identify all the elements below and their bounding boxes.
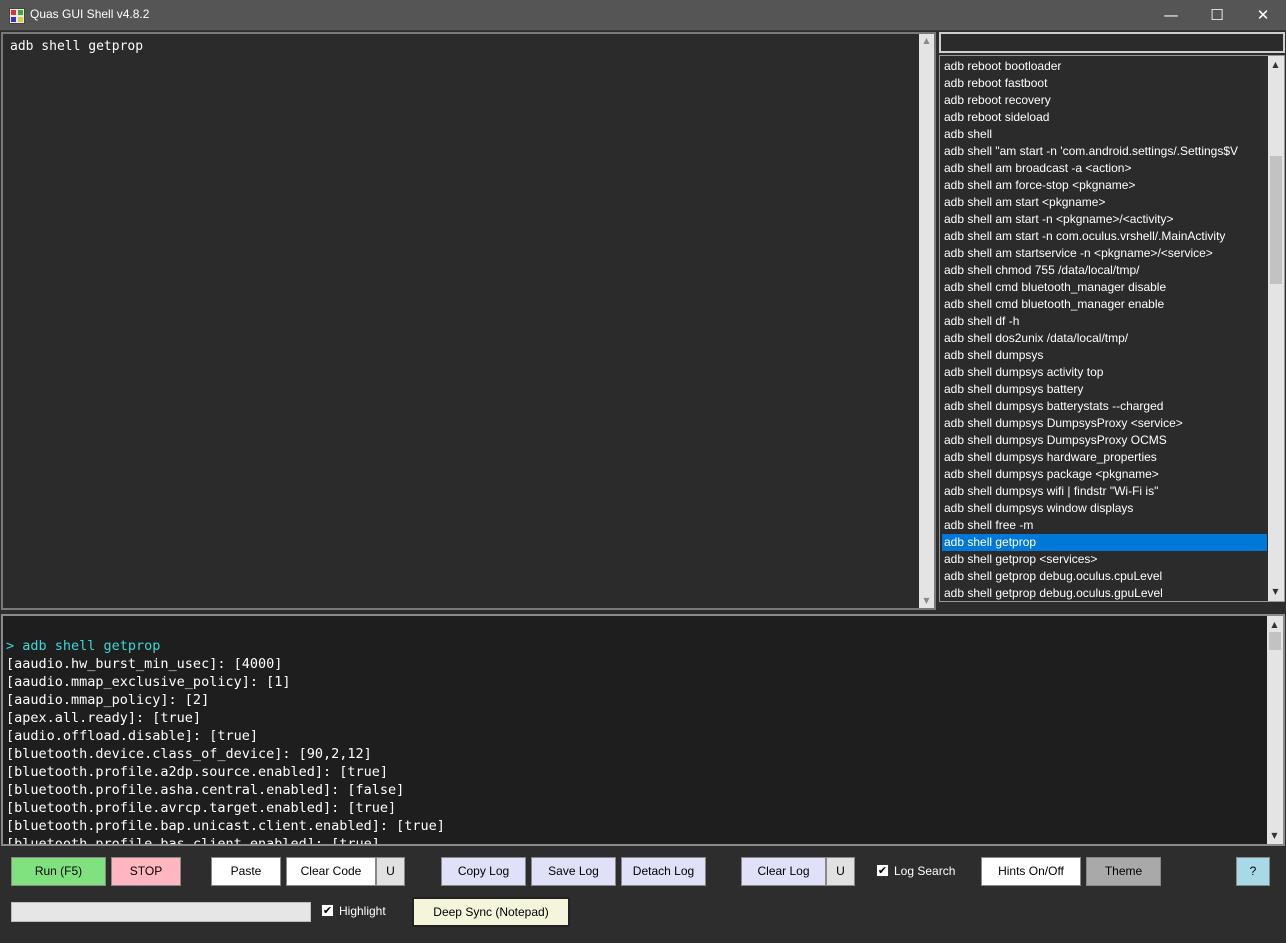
paste-button[interactable]: Paste [211,857,281,886]
hint-list-scrollbar[interactable]: ▲ ▼ [1268,56,1284,601]
hint-item[interactable]: adb shell dumpsys batterystats --charged [942,398,1267,415]
hint-item[interactable]: adb shell dumpsys hardware_properties [942,449,1267,466]
minimize-button[interactable]: — [1148,0,1194,31]
highlight-label: Highlight [339,904,386,918]
undo-log-button[interactable]: U [826,857,855,886]
code-editor[interactable]: adb shell getprop ▲ ▼ [1,32,936,610]
hint-item[interactable]: adb reboot fastboot [942,75,1267,92]
hint-item[interactable]: adb shell getprop <services> [942,551,1267,568]
hint-item[interactable]: adb shell am broadcast -a <action> [942,160,1267,177]
hint-list[interactable]: adb reboot bootloader adb reboot fastboot… [939,55,1285,602]
progress-bar [11,902,311,922]
log-line: [bluetooth.profile.asha.central.enabled]… [6,782,405,798]
hint-item[interactable]: adb shell getprop debug.oculus.gpuLevel [942,585,1267,601]
clear-code-button[interactable]: Clear Code [286,857,376,886]
hint-item[interactable]: adb shell getprop debug.oculus.cpuLevel [942,568,1267,585]
log-scrollbar[interactable]: ▲ ▼ [1267,616,1283,844]
hint-item[interactable]: adb shell df -h [942,313,1267,330]
code-editor-scrollbar[interactable]: ▲ ▼ [919,34,934,608]
clear-log-button[interactable]: Clear Log [741,857,826,886]
scroll-thumb[interactable] [1269,632,1281,650]
hint-item[interactable]: adb shell dumpsys battery [942,381,1267,398]
scroll-up-icon[interactable]: ▲ [1267,618,1282,632]
theme-button[interactable]: Theme [1086,857,1161,886]
log-line: [aaudio.hw_burst_min_usec]: [4000] [6,656,283,672]
hint-item[interactable]: adb shell dumpsys window displays [942,500,1267,517]
hint-item[interactable]: adb shell dos2unix /data/local/tmp/ [942,330,1267,347]
scroll-up-icon[interactable]: ▲ [1268,58,1283,72]
hint-item[interactable]: adb shell cmd bluetooth_manager disable [942,279,1267,296]
hint-item[interactable]: adb shell free -m [942,517,1267,534]
title-bar: Quas GUI Shell v4.8.2 — ☐ ✕ [0,0,1286,31]
help-button[interactable]: ? [1236,857,1270,886]
hint-item[interactable]: adb shell dumpsys activity top [942,364,1267,381]
log-line: [aaudio.mmap_exclusive_policy]: [1] [6,674,291,690]
log-line: [apex.all.ready]: [true] [6,710,202,726]
log-lines: > adb shell getprop [aaudio.hw_burst_min_… [6,637,1266,846]
log-line: [bluetooth.profile.bas.client.enabled]: … [6,836,380,846]
log-search-checkbox[interactable]: ✔ [876,864,889,877]
hint-item[interactable]: adb reboot sideload [942,109,1267,126]
hint-item[interactable]: adb shell am startservice -n <pkgname>/<… [942,245,1267,262]
hint-item[interactable]: adb shell [942,126,1267,143]
log-line: [bluetooth.profile.a2dp.source.enabled]:… [6,764,389,780]
hint-item[interactable]: adb reboot bootloader [942,58,1267,75]
highlight-checkbox[interactable]: ✔ [321,904,334,917]
detach-log-button[interactable]: Detach Log [621,857,706,886]
hints-toggle-button[interactable]: Hints On/Off [981,857,1081,886]
scroll-up-icon[interactable]: ▲ [919,34,934,48]
hint-item[interactable]: adb shell dumpsys DumpsysProxy <service> [942,415,1267,432]
scroll-down-icon[interactable]: ▼ [919,594,934,608]
hint-item[interactable]: adb shell am start <pkgname> [942,194,1267,211]
hint-item[interactable]: adb shell getprop [942,534,1267,551]
log-line: [audio.offload.disable]: [true] [6,728,258,744]
run-button[interactable]: Run (F5) [11,857,106,886]
hint-item[interactable]: adb shell chmod 755 /data/local/tmp/ [942,262,1267,279]
log-search-label: Log Search [894,864,956,878]
hint-item[interactable]: adb shell am start -n <pkgname>/<activit… [942,211,1267,228]
hint-item[interactable]: adb shell "am start -n 'com.android.sett… [942,143,1267,160]
log-line: [bluetooth.profile.bap.unicast.client.en… [6,818,445,834]
hint-item[interactable]: adb shell dumpsys [942,347,1267,364]
save-log-button[interactable]: Save Log [531,857,616,886]
hint-item[interactable]: adb shell dumpsys wifi | findstr "Wi-Fi … [942,483,1267,500]
code-text: adb shell getprop [10,39,144,54]
maximize-button[interactable]: ☐ [1194,0,1240,31]
hint-item[interactable]: adb shell am force-stop <pkgname> [942,177,1267,194]
log-line: [bluetooth.profile.avrcp.target.enabled]… [6,800,397,816]
hint-item[interactable]: adb shell cmd bluetooth_manager enable [942,296,1267,313]
app-icon [9,8,25,24]
scroll-thumb[interactable] [1270,156,1282,284]
close-button[interactable]: ✕ [1240,0,1286,31]
deep-sync-button[interactable]: Deep Sync (Notepad) [412,897,570,927]
hint-items: adb reboot bootloader adb reboot fastboot… [942,58,1267,601]
log-line: > adb shell getprop [6,638,161,654]
stop-button[interactable]: STOP [111,857,181,886]
log-line: [bluetooth.device.class_of_device]: [90,… [6,746,372,762]
scroll-down-icon[interactable]: ▼ [1268,585,1283,599]
hint-item[interactable]: adb reboot recovery [942,92,1267,109]
log-line: [aaudio.mmap_policy]: [2] [6,692,210,708]
hint-search-input[interactable] [939,32,1285,53]
hint-item[interactable]: adb shell am start -n com.oculus.vrshell… [942,228,1267,245]
undo-code-button[interactable]: U [376,857,405,886]
window-title: Quas GUI Shell v4.8.2 [30,7,150,21]
hint-item[interactable]: adb shell dumpsys DumpsysProxy OCMS [942,432,1267,449]
scroll-down-icon[interactable]: ▼ [1267,829,1282,843]
copy-log-button[interactable]: Copy Log [441,857,526,886]
hint-item[interactable]: adb shell dumpsys package <pkgname> [942,466,1267,483]
log-output[interactable]: > adb shell getprop [aaudio.hw_burst_min_… [1,614,1285,846]
